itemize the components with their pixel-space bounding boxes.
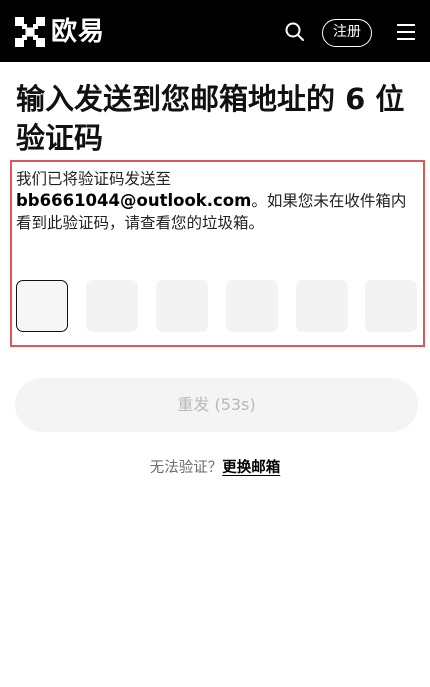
register-button[interactable]: 注册 (322, 19, 372, 47)
description-prefix: 我们已将验证码发送至 (16, 170, 172, 188)
resend-code-button[interactable]: 重发 (53s) (15, 378, 418, 432)
code-digit-input-2[interactable] (86, 280, 138, 332)
cannot-verify-text: 无法验证？ (149, 460, 223, 476)
verification-description: 我们已将验证码发送至 bb6661044@outlook.com。如果您未在收件… (16, 168, 420, 234)
code-digit-input-6[interactable] (365, 280, 417, 332)
code-digit-input-5[interactable] (296, 280, 348, 332)
search-icon[interactable] (284, 21, 306, 43)
okx-logo[interactable]: 欧易 (15, 16, 105, 48)
code-digit-input-1[interactable] (16, 280, 68, 332)
okx-logo-icon (15, 17, 45, 47)
top-nav-bar: 欧易 注册 (0, 0, 430, 62)
cannot-verify-line: 无法验证？更换邮箱 (0, 457, 430, 479)
code-digit-input-3[interactable] (156, 280, 208, 332)
code-digit-input-4[interactable] (226, 280, 278, 332)
email-address: bb6661044@outlook.com (16, 191, 252, 210)
brand-name: 欧易 (51, 17, 106, 47)
change-email-link[interactable]: 更换邮箱 (222, 460, 280, 476)
verification-page: 欧易 注册 输入发送到您邮箱地址的 6 位验证码 我们已将验证码发送至 bb66… (0, 0, 430, 687)
page-title: 输入发送到您邮箱地址的 6 位验证码 (16, 82, 405, 155)
menu-icon[interactable] (397, 24, 415, 40)
